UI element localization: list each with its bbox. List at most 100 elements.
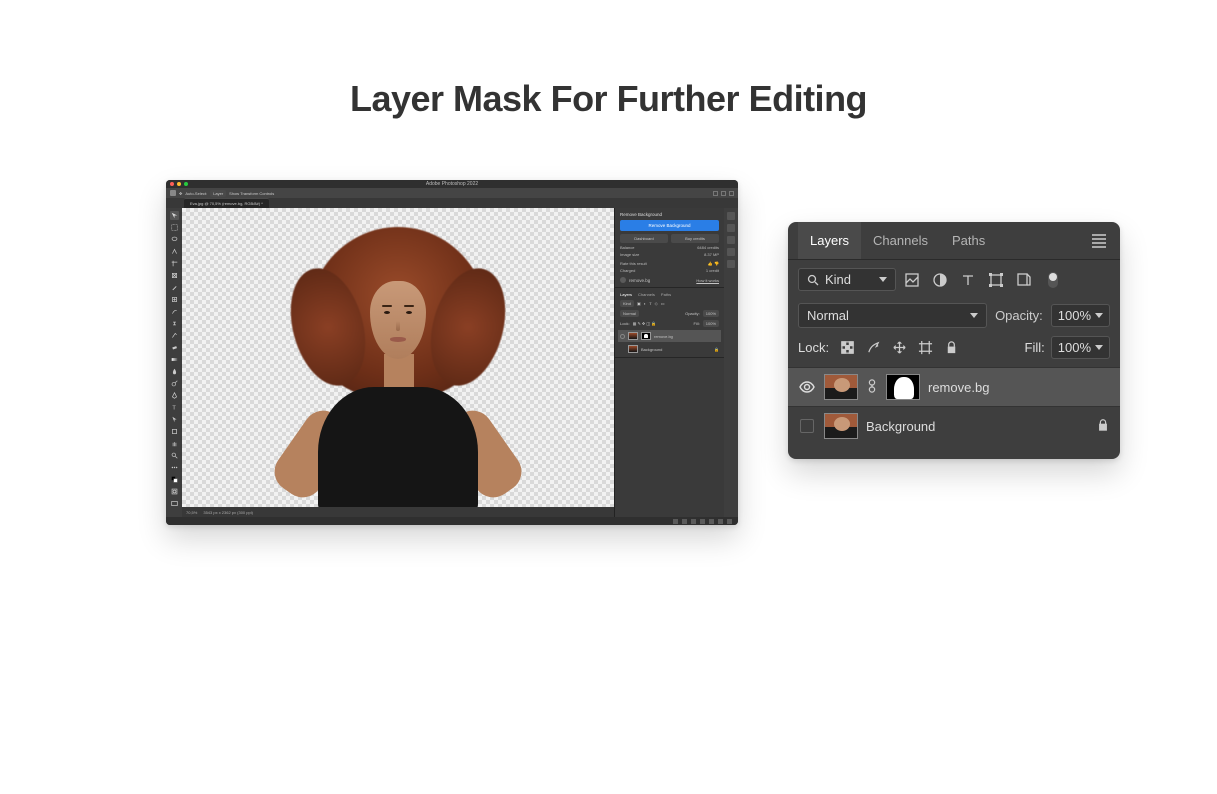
- layer-thumbnail[interactable]: [824, 413, 858, 439]
- add-mask-icon[interactable]: [691, 519, 696, 524]
- mini-tab-layers[interactable]: Layers: [620, 292, 632, 297]
- 3d-mode-icon[interactable]: [729, 191, 734, 196]
- mini-lock-icons[interactable]: ▦ ✎ ✥ ◫ 🔒: [633, 321, 657, 326]
- home-icon[interactable]: [170, 190, 176, 196]
- blend-mode-dropdown[interactable]: Normal: [798, 303, 987, 328]
- filter-smartobject-icon[interactable]: [1016, 272, 1032, 288]
- document-tab[interactable]: Eva.jpg @ 70,5% (remove.bg, RGB/8#) *: [184, 198, 269, 208]
- auto-select-target[interactable]: Layer: [210, 190, 226, 197]
- move-tool[interactable]: [170, 211, 179, 220]
- zoom-tool[interactable]: [170, 451, 179, 460]
- rate-thumbs[interactable]: 👍 👎: [708, 261, 719, 266]
- mini-opacity-value[interactable]: 100%: [703, 310, 719, 317]
- mini-layer1-thumb[interactable]: [628, 332, 638, 340]
- link-layers-icon[interactable]: [673, 519, 678, 524]
- mini-filter-type-icon[interactable]: T: [649, 301, 651, 306]
- collapsed-panel-icon[interactable]: [727, 248, 735, 256]
- filter-pixel-icon[interactable]: [904, 272, 920, 288]
- filter-shape-icon[interactable]: [988, 272, 1004, 288]
- dashboard-button[interactable]: Dashboard: [620, 234, 668, 243]
- marquee-tool[interactable]: [170, 223, 179, 232]
- quick-mask-icon[interactable]: [170, 487, 179, 496]
- mini-fill-value[interactable]: 100%: [703, 320, 719, 327]
- mini-tab-channels[interactable]: Channels: [638, 292, 655, 297]
- distribute-icon[interactable]: [721, 191, 726, 196]
- layer-row-removebg[interactable]: remove.bg: [788, 367, 1120, 406]
- healing-brush-tool[interactable]: [170, 295, 179, 304]
- lasso-tool[interactable]: [170, 235, 179, 244]
- panel-menu-icon[interactable]: [1088, 230, 1110, 252]
- collapsed-panel-icon[interactable]: [727, 224, 735, 232]
- layer-thumbnail[interactable]: [824, 374, 858, 400]
- gradient-tool[interactable]: [170, 355, 179, 364]
- eyedropper-tool[interactable]: [170, 283, 179, 292]
- collapsed-panel-icon[interactable]: [727, 212, 735, 220]
- remove-background-button[interactable]: Remove Background: [620, 220, 719, 231]
- show-transform-controls[interactable]: Show Transform Controls: [229, 191, 274, 196]
- delete-layer-icon[interactable]: [727, 519, 732, 524]
- type-tool[interactable]: T: [170, 403, 179, 412]
- visibility-toggle[interactable]: [798, 419, 816, 433]
- frame-tool[interactable]: [170, 271, 179, 280]
- history-brush-tool[interactable]: [170, 331, 179, 340]
- mini-kind-dropdown[interactable]: Kind: [620, 300, 634, 307]
- edit-toolbar[interactable]: [170, 463, 179, 472]
- layer-mask-thumbnail[interactable]: [886, 374, 920, 400]
- filter-adjustment-icon[interactable]: [932, 272, 948, 288]
- filter-type-icon[interactable]: [960, 272, 976, 288]
- visibility-toggle[interactable]: [798, 379, 816, 395]
- buy-credits-button[interactable]: Buy credits: [671, 234, 719, 243]
- document-canvas[interactable]: [182, 208, 614, 507]
- blur-tool[interactable]: [170, 367, 179, 376]
- mini-blend-dropdown[interactable]: Normal: [620, 310, 639, 317]
- new-layer-icon[interactable]: [718, 519, 723, 524]
- new-group-icon[interactable]: [709, 519, 714, 524]
- hand-tool[interactable]: [170, 439, 179, 448]
- opacity-field[interactable]: 100%: [1051, 304, 1110, 327]
- svg-text:T: T: [172, 406, 176, 411]
- clone-stamp-tool[interactable]: [170, 319, 179, 328]
- lock-image-icon[interactable]: [865, 340, 881, 356]
- mask-link-icon[interactable]: [866, 379, 878, 396]
- layer-name[interactable]: remove.bg: [928, 380, 989, 395]
- mini-filter-image-icon[interactable]: ▣: [637, 301, 641, 306]
- mini-layer1-visibility[interactable]: [620, 334, 625, 339]
- collapsed-panel-icon[interactable]: [727, 260, 735, 268]
- dodge-tool[interactable]: [170, 379, 179, 388]
- tab-channels[interactable]: Channels: [861, 222, 940, 259]
- align-icon[interactable]: [713, 191, 718, 196]
- new-adjustment-icon[interactable]: [700, 519, 705, 524]
- path-selection-tool[interactable]: [170, 415, 179, 424]
- collapsed-panel-icon[interactable]: [727, 236, 735, 244]
- mini-filter-adjust-icon[interactable]: ◐: [644, 301, 646, 306]
- brush-tool[interactable]: [170, 307, 179, 316]
- screen-mode-icon[interactable]: [170, 499, 179, 508]
- mini-layer2-name[interactable]: Background: [641, 347, 662, 352]
- lock-all-icon[interactable]: [943, 340, 959, 356]
- crop-tool[interactable]: [170, 259, 179, 268]
- foreground-background-swatch[interactable]: [170, 475, 179, 484]
- filter-toggle[interactable]: [1048, 272, 1058, 288]
- mini-tab-paths[interactable]: Paths: [661, 292, 671, 297]
- zoom-level[interactable]: 70,5%: [186, 510, 197, 515]
- kind-filter-dropdown[interactable]: Kind: [798, 268, 896, 291]
- fill-field[interactable]: 100%: [1051, 336, 1110, 359]
- tab-paths[interactable]: Paths: [940, 222, 997, 259]
- lock-position-icon[interactable]: [891, 340, 907, 356]
- mini-filter-smart-icon[interactable]: ▭: [661, 301, 665, 306]
- layer-row-background[interactable]: Background: [788, 406, 1120, 445]
- fx-icon[interactable]: [682, 519, 687, 524]
- mini-filter-shape-icon[interactable]: ◇: [655, 301, 658, 306]
- mini-layer2-thumb[interactable]: [628, 345, 638, 353]
- layer-name[interactable]: Background: [866, 419, 935, 434]
- pen-tool[interactable]: [170, 391, 179, 400]
- tab-layers[interactable]: Layers: [798, 222, 861, 259]
- quick-selection-tool[interactable]: [170, 247, 179, 256]
- lock-transparency-icon[interactable]: [839, 340, 855, 356]
- how-it-works-link[interactable]: How it works: [696, 278, 719, 283]
- rectangle-tool[interactable]: [170, 427, 179, 436]
- lock-artboard-icon[interactable]: [917, 340, 933, 356]
- mini-layer1-name[interactable]: remove.bg: [654, 334, 673, 339]
- mini-layer1-mask-thumb[interactable]: [641, 332, 651, 340]
- eraser-tool[interactable]: [170, 343, 179, 352]
